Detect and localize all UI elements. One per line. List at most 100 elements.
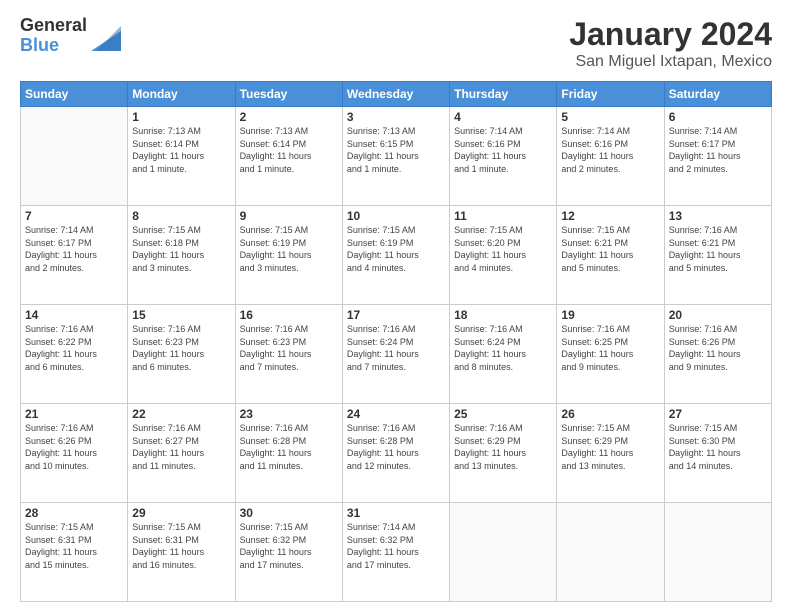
logo-general: General <box>20 16 87 36</box>
day-number: 29 <box>132 506 230 520</box>
day-cell <box>450 503 557 602</box>
title-block: January 2024 San Miguel Ixtapan, Mexico <box>569 16 772 71</box>
day-cell: 22Sunrise: 7:16 AM Sunset: 6:27 PM Dayli… <box>128 404 235 503</box>
day-cell <box>557 503 664 602</box>
day-info: Sunrise: 7:16 AM Sunset: 6:28 PM Dayligh… <box>240 422 338 472</box>
day-number: 10 <box>347 209 445 223</box>
day-cell: 18Sunrise: 7:16 AM Sunset: 6:24 PM Dayli… <box>450 305 557 404</box>
day-cell: 11Sunrise: 7:15 AM Sunset: 6:20 PM Dayli… <box>450 206 557 305</box>
day-number: 31 <box>347 506 445 520</box>
day-info: Sunrise: 7:13 AM Sunset: 6:14 PM Dayligh… <box>240 125 338 175</box>
calendar-header: SundayMondayTuesdayWednesdayThursdayFrid… <box>21 82 772 107</box>
day-cell: 28Sunrise: 7:15 AM Sunset: 6:31 PM Dayli… <box>21 503 128 602</box>
day-number: 4 <box>454 110 552 124</box>
day-info: Sunrise: 7:13 AM Sunset: 6:15 PM Dayligh… <box>347 125 445 175</box>
day-number: 14 <box>25 308 123 322</box>
day-number: 30 <box>240 506 338 520</box>
calendar-table: SundayMondayTuesdayWednesdayThursdayFrid… <box>20 81 772 602</box>
day-info: Sunrise: 7:14 AM Sunset: 6:32 PM Dayligh… <box>347 521 445 571</box>
weekday-header-saturday: Saturday <box>664 82 771 107</box>
day-cell: 15Sunrise: 7:16 AM Sunset: 6:23 PM Dayli… <box>128 305 235 404</box>
day-info: Sunrise: 7:14 AM Sunset: 6:17 PM Dayligh… <box>25 224 123 274</box>
day-cell <box>664 503 771 602</box>
day-info: Sunrise: 7:15 AM Sunset: 6:19 PM Dayligh… <box>347 224 445 274</box>
day-info: Sunrise: 7:14 AM Sunset: 6:16 PM Dayligh… <box>561 125 659 175</box>
day-number: 2 <box>240 110 338 124</box>
week-row-0: 1Sunrise: 7:13 AM Sunset: 6:14 PM Daylig… <box>21 107 772 206</box>
weekday-header-friday: Friday <box>557 82 664 107</box>
day-info: Sunrise: 7:15 AM Sunset: 6:29 PM Dayligh… <box>561 422 659 472</box>
day-cell: 31Sunrise: 7:14 AM Sunset: 6:32 PM Dayli… <box>342 503 449 602</box>
day-info: Sunrise: 7:16 AM Sunset: 6:25 PM Dayligh… <box>561 323 659 373</box>
weekday-header-wednesday: Wednesday <box>342 82 449 107</box>
subtitle: San Miguel Ixtapan, Mexico <box>569 53 772 71</box>
logo-icon <box>91 21 121 51</box>
week-row-4: 28Sunrise: 7:15 AM Sunset: 6:31 PM Dayli… <box>21 503 772 602</box>
day-number: 22 <box>132 407 230 421</box>
day-number: 6 <box>669 110 767 124</box>
weekday-header-monday: Monday <box>128 82 235 107</box>
day-info: Sunrise: 7:15 AM Sunset: 6:19 PM Dayligh… <box>240 224 338 274</box>
day-cell: 27Sunrise: 7:15 AM Sunset: 6:30 PM Dayli… <box>664 404 771 503</box>
day-number: 1 <box>132 110 230 124</box>
day-cell: 21Sunrise: 7:16 AM Sunset: 6:26 PM Dayli… <box>21 404 128 503</box>
day-cell: 2Sunrise: 7:13 AM Sunset: 6:14 PM Daylig… <box>235 107 342 206</box>
day-number: 3 <box>347 110 445 124</box>
day-number: 19 <box>561 308 659 322</box>
day-number: 7 <box>25 209 123 223</box>
weekday-header-row: SundayMondayTuesdayWednesdayThursdayFrid… <box>21 82 772 107</box>
day-number: 11 <box>454 209 552 223</box>
week-row-3: 21Sunrise: 7:16 AM Sunset: 6:26 PM Dayli… <box>21 404 772 503</box>
weekday-header-thursday: Thursday <box>450 82 557 107</box>
day-cell: 29Sunrise: 7:15 AM Sunset: 6:31 PM Dayli… <box>128 503 235 602</box>
day-number: 5 <box>561 110 659 124</box>
day-info: Sunrise: 7:15 AM Sunset: 6:21 PM Dayligh… <box>561 224 659 274</box>
day-info: Sunrise: 7:16 AM Sunset: 6:24 PM Dayligh… <box>347 323 445 373</box>
day-info: Sunrise: 7:15 AM Sunset: 6:31 PM Dayligh… <box>132 521 230 571</box>
day-info: Sunrise: 7:16 AM Sunset: 6:28 PM Dayligh… <box>347 422 445 472</box>
day-info: Sunrise: 7:16 AM Sunset: 6:23 PM Dayligh… <box>132 323 230 373</box>
day-number: 13 <box>669 209 767 223</box>
day-cell: 19Sunrise: 7:16 AM Sunset: 6:25 PM Dayli… <box>557 305 664 404</box>
main-title: January 2024 <box>569 16 772 53</box>
day-cell: 24Sunrise: 7:16 AM Sunset: 6:28 PM Dayli… <box>342 404 449 503</box>
day-info: Sunrise: 7:13 AM Sunset: 6:14 PM Dayligh… <box>132 125 230 175</box>
day-cell: 16Sunrise: 7:16 AM Sunset: 6:23 PM Dayli… <box>235 305 342 404</box>
day-info: Sunrise: 7:15 AM Sunset: 6:31 PM Dayligh… <box>25 521 123 571</box>
day-cell: 4Sunrise: 7:14 AM Sunset: 6:16 PM Daylig… <box>450 107 557 206</box>
day-cell: 1Sunrise: 7:13 AM Sunset: 6:14 PM Daylig… <box>128 107 235 206</box>
logo-text: General Blue <box>20 16 87 56</box>
day-number: 27 <box>669 407 767 421</box>
day-cell: 30Sunrise: 7:15 AM Sunset: 6:32 PM Dayli… <box>235 503 342 602</box>
day-info: Sunrise: 7:16 AM Sunset: 6:23 PM Dayligh… <box>240 323 338 373</box>
day-info: Sunrise: 7:16 AM Sunset: 6:26 PM Dayligh… <box>25 422 123 472</box>
day-number: 21 <box>25 407 123 421</box>
day-number: 25 <box>454 407 552 421</box>
day-info: Sunrise: 7:16 AM Sunset: 6:29 PM Dayligh… <box>454 422 552 472</box>
week-row-2: 14Sunrise: 7:16 AM Sunset: 6:22 PM Dayli… <box>21 305 772 404</box>
logo-blue: Blue <box>20 36 87 56</box>
day-cell: 14Sunrise: 7:16 AM Sunset: 6:22 PM Dayli… <box>21 305 128 404</box>
day-number: 9 <box>240 209 338 223</box>
logo: General Blue <box>20 16 121 56</box>
day-cell: 20Sunrise: 7:16 AM Sunset: 6:26 PM Dayli… <box>664 305 771 404</box>
weekday-header-tuesday: Tuesday <box>235 82 342 107</box>
day-info: Sunrise: 7:14 AM Sunset: 6:16 PM Dayligh… <box>454 125 552 175</box>
day-cell: 25Sunrise: 7:16 AM Sunset: 6:29 PM Dayli… <box>450 404 557 503</box>
day-info: Sunrise: 7:16 AM Sunset: 6:26 PM Dayligh… <box>669 323 767 373</box>
day-info: Sunrise: 7:16 AM Sunset: 6:21 PM Dayligh… <box>669 224 767 274</box>
day-number: 24 <box>347 407 445 421</box>
day-number: 15 <box>132 308 230 322</box>
day-info: Sunrise: 7:14 AM Sunset: 6:17 PM Dayligh… <box>669 125 767 175</box>
day-cell: 5Sunrise: 7:14 AM Sunset: 6:16 PM Daylig… <box>557 107 664 206</box>
day-info: Sunrise: 7:16 AM Sunset: 6:22 PM Dayligh… <box>25 323 123 373</box>
day-number: 12 <box>561 209 659 223</box>
page: General Blue January 2024 San Miguel Ixt… <box>0 0 792 612</box>
day-info: Sunrise: 7:15 AM Sunset: 6:30 PM Dayligh… <box>669 422 767 472</box>
day-number: 18 <box>454 308 552 322</box>
calendar-body: 1Sunrise: 7:13 AM Sunset: 6:14 PM Daylig… <box>21 107 772 602</box>
day-cell: 6Sunrise: 7:14 AM Sunset: 6:17 PM Daylig… <box>664 107 771 206</box>
day-number: 8 <box>132 209 230 223</box>
day-cell: 17Sunrise: 7:16 AM Sunset: 6:24 PM Dayli… <box>342 305 449 404</box>
day-cell: 13Sunrise: 7:16 AM Sunset: 6:21 PM Dayli… <box>664 206 771 305</box>
